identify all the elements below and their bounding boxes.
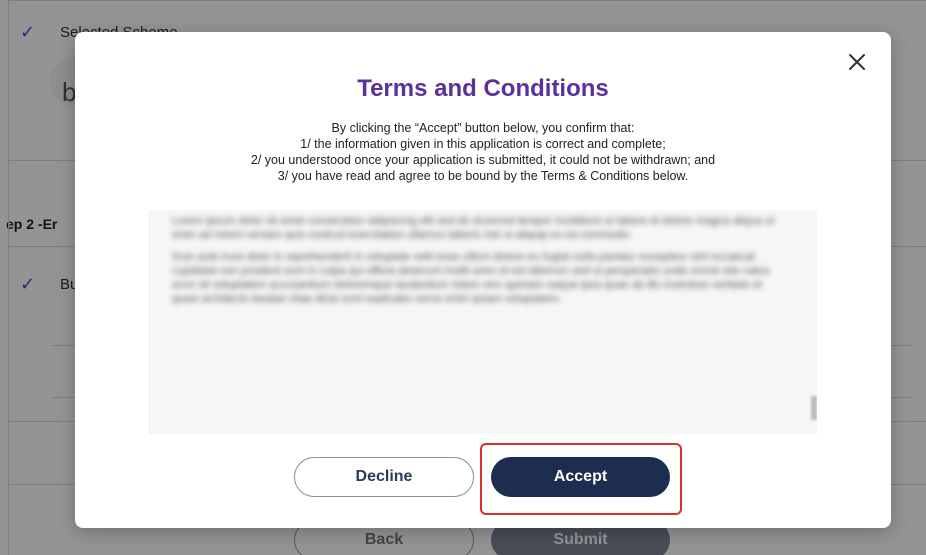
intro-line: 1/ the information given in this applica… — [300, 137, 666, 151]
terms-intro: By clicking the “Accept” button below, y… — [75, 120, 891, 184]
terms-modal: Terms and Conditions By clicking the “Ac… — [75, 32, 891, 528]
intro-line: By clicking the “Accept” button below, y… — [331, 121, 635, 135]
close-icon[interactable] — [845, 50, 869, 74]
intro-line: 3/ you have read and agree to be bound b… — [277, 169, 689, 183]
terms-scroll-area[interactable]: Lorem ipsum dolor sit amet consectetur a… — [148, 210, 817, 434]
accept-button[interactable]: Accept — [491, 457, 670, 497]
scrollbar-thumb[interactable] — [811, 396, 817, 420]
terms-body: Lorem ipsum dolor sit amet consectetur a… — [172, 214, 776, 306]
decline-button[interactable]: Decline — [294, 457, 474, 497]
terms-paragraph: Lorem ipsum dolor sit amet consectetur a… — [172, 215, 775, 241]
terms-paragraph: Duis aute irure dolor in reprehenderit i… — [172, 251, 770, 305]
intro-line: 2/ you understood once your application … — [250, 153, 716, 167]
modal-title: Terms and Conditions — [357, 75, 609, 102]
